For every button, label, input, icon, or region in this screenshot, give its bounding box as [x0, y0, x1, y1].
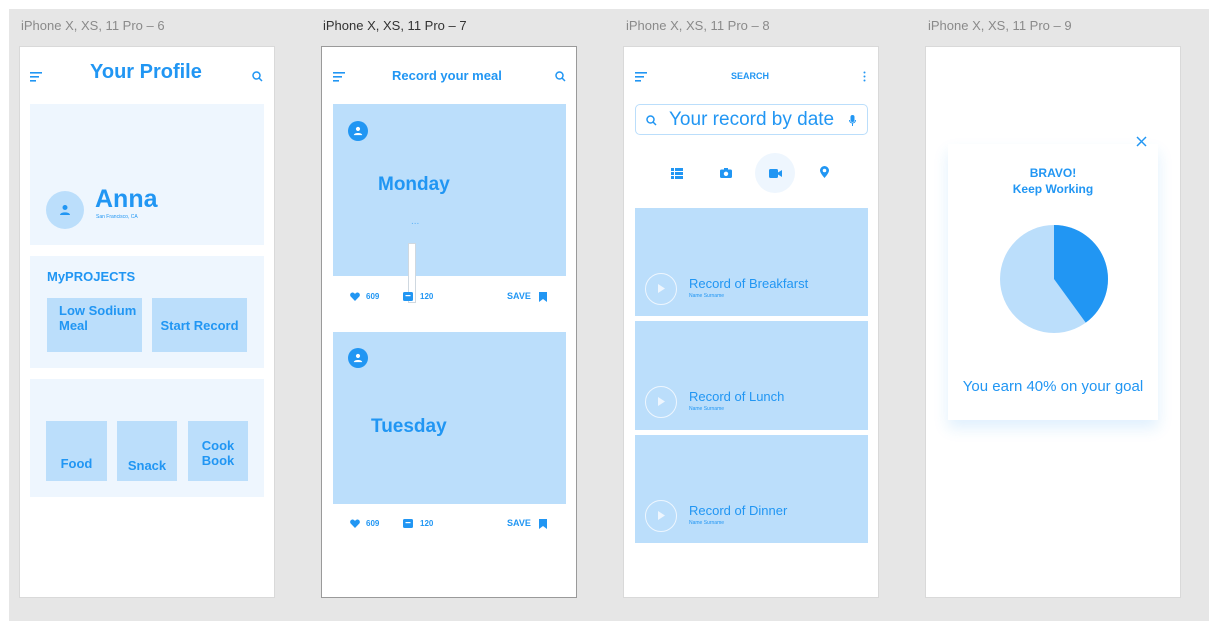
more-vertical-icon[interactable]: [860, 69, 868, 83]
artboard-record-meal: Record your meal Monday ... 609 120 SAVE: [321, 46, 577, 598]
artboard-search: SEARCH Your record by date Record of Bre…: [623, 46, 879, 598]
food-label: Food: [60, 456, 93, 471]
video-tab[interactable]: [755, 153, 795, 193]
comment-icon[interactable]: [402, 291, 413, 302]
bookmark-icon[interactable]: [538, 291, 547, 302]
record-row-dinner[interactable]: Record of Dinner Name Surname: [635, 435, 868, 543]
day-label: Tuesday: [371, 416, 447, 437]
dialog-subheading: Keep Working: [1012, 182, 1094, 196]
dialog-heading: BRAVO!: [1029, 166, 1077, 180]
close-icon[interactable]: [1134, 134, 1148, 148]
categories-section: Food Snack Cook Book: [30, 379, 264, 497]
cook-book-button[interactable]: Cook Book: [188, 421, 248, 481]
card-actions-monday: 609 120 SAVE: [333, 286, 566, 308]
page-title: Your Profile: [90, 61, 202, 83]
search-input[interactable]: Your record by date: [635, 104, 868, 135]
artboard-label-9[interactable]: iPhone X, XS, 11 Pro – 9: [928, 18, 1072, 33]
heart-icon[interactable]: [349, 518, 360, 529]
goal-dialog: BRAVO! Keep Working You earn 40% on your…: [948, 135, 1158, 420]
profile-card: Anna San Francisco, CA: [30, 104, 264, 245]
meal-card-tuesday[interactable]: Tuesday: [333, 332, 566, 504]
camera-icon[interactable]: [719, 166, 733, 180]
artboard-label-6[interactable]: iPhone X, XS, 11 Pro – 6: [21, 18, 165, 33]
video-camera-icon: [768, 167, 782, 179]
day-label: Monday: [378, 174, 450, 195]
snack-button[interactable]: Snack: [117, 421, 177, 481]
record-subtitle: Name Surname: [689, 406, 725, 412]
comments-count: 120: [420, 519, 434, 528]
search-placeholder: Your record by date: [669, 109, 835, 130]
goal-message: You earn 40% on your goal: [962, 378, 1144, 395]
record-row-breakfast[interactable]: Record of Breakfarst Name Surname: [635, 208, 868, 316]
ellipsis: ...: [411, 216, 420, 227]
record-title: Record of Lunch: [689, 389, 785, 404]
microphone-icon[interactable]: [847, 114, 857, 126]
comment-icon[interactable]: [402, 518, 413, 529]
artboard-bravo: BRAVO! Keep Working You earn 40% on your…: [925, 46, 1181, 598]
design-canvas: iPhone X, XS, 11 Pro – 6 iPhone X, XS, 1…: [9, 9, 1209, 621]
search-icon[interactable]: [250, 69, 264, 83]
artboard-label-8[interactable]: iPhone X, XS, 11 Pro – 8: [626, 18, 770, 33]
card-actions-tuesday: 609 120 SAVE: [333, 514, 566, 536]
search-icon: [645, 114, 657, 126]
projects-heading: MyPROJECTS: [47, 269, 136, 284]
start-record-label: Start Record: [160, 317, 239, 333]
low-sodium-meal-label: Low Sodium Meal: [59, 303, 137, 333]
profile-location: San Francisco, CA: [96, 214, 138, 220]
play-icon[interactable]: [645, 386, 677, 418]
goal-pie-chart: [999, 224, 1109, 334]
menu-icon[interactable]: [29, 71, 43, 83]
search-icon[interactable]: [553, 69, 567, 83]
user-icon: [348, 348, 368, 368]
user-icon: [348, 121, 368, 141]
page-title: SEARCH: [731, 71, 770, 81]
snack-label: Snack: [127, 458, 167, 473]
record-subtitle: Name Surname: [689, 293, 725, 299]
artboard-label-7[interactable]: iPhone X, XS, 11 Pro – 7: [323, 18, 467, 33]
likes-count: 609: [366, 292, 380, 301]
meal-card-monday[interactable]: Monday ...: [333, 104, 566, 303]
location-pin-icon[interactable]: [818, 165, 830, 179]
record-row-lunch[interactable]: Record of Lunch Name Surname: [635, 321, 868, 430]
start-record-button[interactable]: Start Record: [152, 298, 247, 352]
artboard-profile: Your Profile Anna San Francisco, CA MyPR…: [19, 46, 275, 598]
profile-name: Anna: [95, 185, 158, 213]
save-label[interactable]: SAVE: [507, 518, 531, 528]
record-title: Record of Breakfarst: [689, 276, 809, 291]
avatar[interactable]: [46, 191, 84, 229]
low-sodium-meal-button[interactable]: Low Sodium Meal: [47, 298, 142, 352]
page-title: Record your meal: [392, 68, 502, 83]
list-view-icon[interactable]: [670, 166, 684, 180]
bookmark-icon[interactable]: [538, 518, 547, 529]
play-icon[interactable]: [645, 500, 677, 532]
projects-section: MyPROJECTS Low Sodium Meal Start Record: [30, 256, 264, 368]
food-button[interactable]: Food: [46, 421, 107, 481]
heart-icon[interactable]: [349, 291, 360, 302]
likes-count: 609: [366, 519, 380, 528]
menu-icon[interactable]: [332, 71, 346, 83]
comments-count: 120: [420, 292, 434, 301]
play-icon[interactable]: [645, 273, 677, 305]
cook-book-label: Cook Book: [201, 438, 235, 468]
record-title: Record of Dinner: [689, 503, 788, 518]
record-subtitle: Name Surname: [689, 520, 725, 526]
save-label[interactable]: SAVE: [507, 291, 531, 301]
menu-icon[interactable]: [634, 71, 648, 83]
